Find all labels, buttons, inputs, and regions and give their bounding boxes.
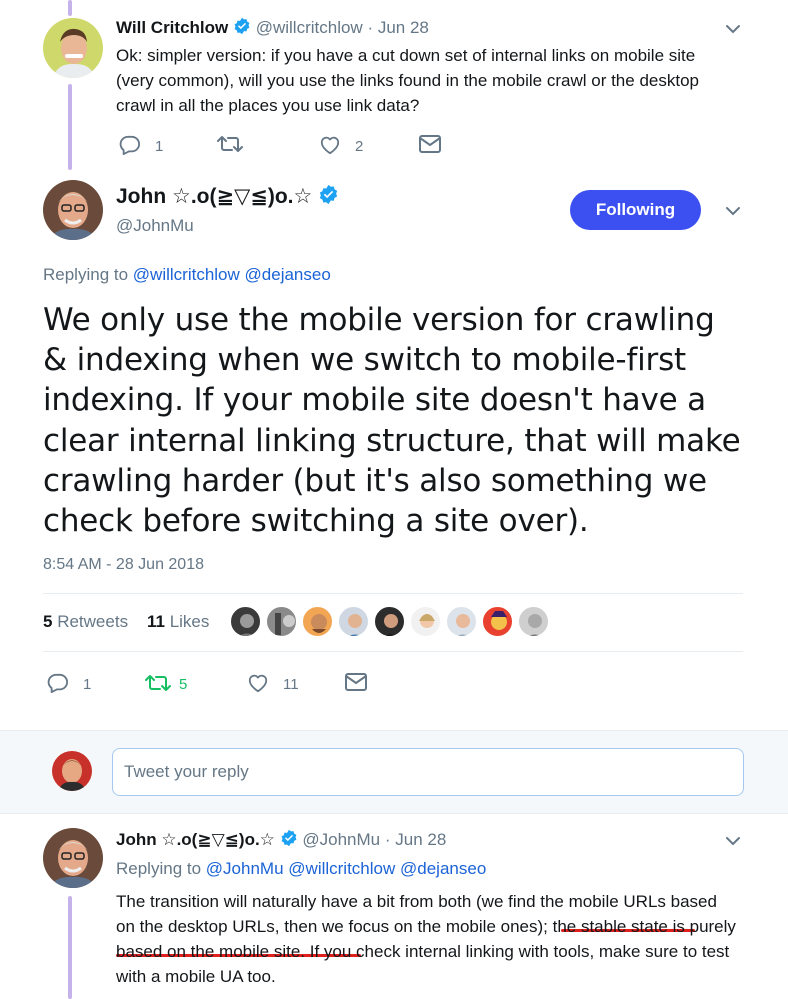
mail-icon [345, 673, 367, 691]
chevron-down-icon[interactable] [724, 832, 742, 855]
dm-button[interactable] [345, 673, 367, 691]
liker-avatar[interactable] [481, 605, 514, 638]
thread-line-1 [68, 84, 72, 170]
current-user-avatar[interactable] [52, 751, 92, 791]
heart-icon [247, 673, 269, 693]
divider [43, 651, 743, 652]
retweet-button[interactable]: 5 [145, 672, 187, 693]
like-count: 2 [355, 138, 364, 155]
main-author-row: John ☆.o(≧▽≦)o.☆ [116, 184, 339, 211]
likes-stat[interactable]: 11 Likes [147, 612, 209, 631]
mail-icon [419, 135, 441, 153]
like-count: 11 [283, 676, 299, 693]
replying-to: Replying to @willcritchlow @dejanseo [43, 265, 331, 285]
avatar-will-critchlow[interactable] [43, 18, 103, 78]
liker-avatar[interactable] [373, 605, 406, 638]
liker-avatar[interactable] [517, 605, 550, 638]
tweet-date[interactable]: · Jun 28 [385, 830, 446, 849]
retweet-icon [145, 673, 171, 693]
thread-line-top [68, 0, 72, 16]
mention-link[interactable]: @dejanseo [245, 265, 331, 284]
dm-button[interactable] [419, 135, 441, 153]
liker-avatar[interactable] [301, 605, 334, 638]
retweet-icon [217, 134, 243, 154]
replying-to: Replying to @JohnMu @willcritchlow @deja… [116, 859, 486, 879]
reply-placeholder: Tweet your reply [124, 762, 249, 781]
divider [43, 593, 743, 594]
reply-icon [119, 135, 141, 155]
liker-avatar[interactable] [265, 605, 298, 638]
author-name[interactable]: Will Critchlow [116, 18, 228, 37]
chevron-down-icon[interactable] [724, 202, 742, 225]
like-button[interactable]: 11 [247, 672, 299, 693]
thread-line-2 [68, 896, 72, 999]
tweet-date[interactable]: · Jun 28 [367, 18, 428, 37]
tweet-timestamp[interactable]: 8:54 AM - 28 Jun 2018 [43, 556, 204, 574]
reply-count: 1 [155, 138, 164, 155]
mention-link[interactable]: @JohnMu [206, 859, 284, 878]
author-handle[interactable]: @JohnMu [116, 216, 194, 236]
tweet3-text: The transition will naturally have a bit… [116, 889, 736, 989]
reply-button[interactable]: 1 [119, 134, 163, 155]
author-name[interactable]: John ☆.o(≧▽≦)o.☆ [116, 830, 275, 849]
heart-icon [319, 135, 341, 155]
liker-avatar[interactable] [445, 605, 478, 638]
verified-badge-icon [318, 184, 339, 211]
reply-icon [47, 673, 69, 693]
reply-button[interactable]: 1 [47, 672, 91, 693]
like-button[interactable]: 2 [319, 134, 363, 155]
verified-badge-icon [280, 829, 298, 852]
author-name[interactable]: John ☆.o(≧▽≦)o.☆ [116, 185, 312, 208]
main-tweet-text: We only use the mobile version for crawl… [43, 302, 741, 540]
following-button[interactable]: Following [570, 190, 701, 230]
chevron-down-icon[interactable] [724, 20, 742, 43]
replying-prefix: Replying to [116, 859, 202, 878]
tweet3-header: John ☆.o(≧▽≦)o.☆ @JohnMu · Jun 28 [116, 829, 446, 852]
engagement-stats: 5 Retweets 11 Likes [43, 612, 209, 632]
author-handle[interactable]: @JohnMu [302, 830, 380, 849]
mention-link[interactable]: @willcritchlow [133, 265, 240, 284]
liker-avatar[interactable] [409, 605, 442, 638]
reply-input[interactable]: Tweet your reply [112, 748, 744, 796]
author-handle[interactable]: @willcritchlow [256, 18, 363, 37]
retweet-count: 5 [179, 676, 188, 693]
avatar-johnmu[interactable] [43, 828, 103, 888]
mention-link[interactable]: @dejanseo [400, 859, 486, 878]
liker-avatar[interactable] [337, 605, 370, 638]
verified-badge-icon [233, 17, 251, 40]
liker-avatar[interactable] [229, 605, 262, 638]
tweet1-header: Will Critchlow @willcritchlow · Jun 28 [116, 17, 429, 40]
mention-link[interactable]: @willcritchlow [288, 859, 395, 878]
replying-prefix: Replying to [43, 265, 129, 284]
reply-count: 1 [83, 676, 92, 693]
tweet1-text: Ok: simpler version: if you have a cut d… [116, 46, 699, 115]
retweets-stat[interactable]: 5 Retweets [43, 612, 128, 631]
retweet-button[interactable] [217, 134, 243, 154]
avatar-johnmu[interactable] [43, 180, 103, 240]
